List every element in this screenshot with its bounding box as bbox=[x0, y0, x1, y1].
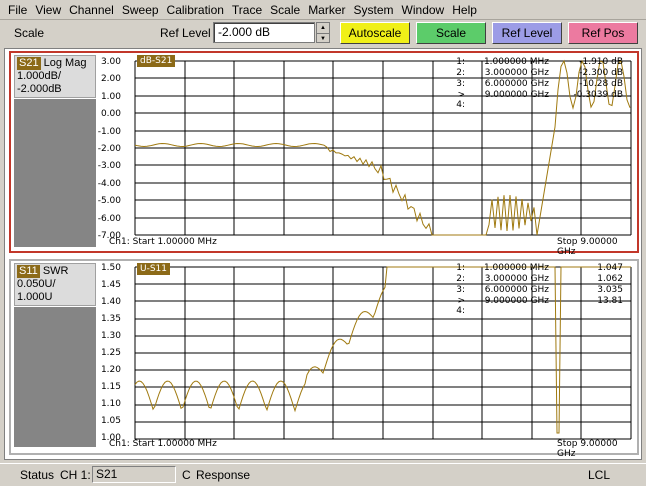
y-tick: 1.20 bbox=[100, 365, 121, 375]
y-tick: 1.35 bbox=[100, 314, 121, 324]
sweep-stop-label: Stop 9.00000 GHz bbox=[557, 439, 618, 459]
trace-ref: -2.000dB bbox=[17, 83, 62, 95]
menu-scale[interactable]: Scale bbox=[266, 1, 304, 19]
y-tick: -3.00 bbox=[97, 161, 121, 171]
marker-index: 1: bbox=[456, 57, 465, 67]
marker-value: -10.28 dB bbox=[579, 79, 623, 89]
menu-window[interactable]: Window bbox=[398, 1, 449, 19]
ref-pos-button[interactable]: Ref Pos bbox=[568, 22, 638, 44]
scale-button[interactable]: Scale bbox=[416, 22, 486, 44]
marker-freq: 3.000000 GHz bbox=[484, 274, 549, 284]
y-tick: 1.10 bbox=[100, 399, 121, 409]
y-tick: 1.50 bbox=[100, 263, 121, 273]
marker-value: 1.047 bbox=[597, 263, 623, 273]
trace-list-area bbox=[14, 307, 96, 447]
y-tick: -6.00 bbox=[97, 214, 121, 224]
measurement-window: S21 Log Mag 1.000dB/ -2.000dB dB-S21 3.0… bbox=[4, 48, 642, 460]
menu-trace[interactable]: Trace bbox=[228, 1, 266, 19]
y-tick: 1.45 bbox=[100, 280, 121, 290]
marker-freq: 6.000000 GHz bbox=[484, 79, 549, 89]
menu-help[interactable]: Help bbox=[448, 1, 481, 19]
trace-tag: S21 bbox=[17, 57, 41, 70]
marker-freq: 9.000000 GHz bbox=[484, 296, 549, 306]
status-response: Response bbox=[196, 468, 251, 482]
marker-freq: 1.000000 MHz bbox=[483, 263, 549, 273]
spin-down-icon[interactable]: ▼ bbox=[317, 33, 329, 43]
marker-value: -2.300 dB bbox=[579, 68, 623, 78]
marker-index: > 4: bbox=[456, 90, 465, 110]
autoscale-button[interactable]: Autoscale bbox=[340, 22, 410, 44]
marker-value: -1.910 dB bbox=[579, 57, 623, 67]
marker-index: 2: bbox=[456, 68, 465, 78]
y-tick: 1.05 bbox=[100, 416, 121, 426]
plot-tag-s21: dB-S21 bbox=[137, 55, 176, 67]
marker-freq: 6.000000 GHz bbox=[484, 285, 549, 295]
trace-list-area bbox=[14, 99, 96, 247]
menu-sweep[interactable]: Sweep bbox=[118, 1, 163, 19]
sweep-start-label: Ch1: Start 1.00000 MHz bbox=[109, 439, 217, 449]
menu-view[interactable]: View bbox=[31, 1, 65, 19]
menu-system[interactable]: System bbox=[350, 1, 398, 19]
menu-channel[interactable]: Channel bbox=[65, 1, 118, 19]
marker-value: 13.81 bbox=[597, 296, 623, 306]
marker-row[interactable]: > 4: 9.000000 GHz -0.3039 dB bbox=[447, 90, 627, 110]
marker-value: 1.062 bbox=[597, 274, 623, 284]
y-tick: -4.00 bbox=[97, 179, 121, 189]
trace-info-s21[interactable]: S21 Log Mag 1.000dB/ -2.000dB bbox=[14, 55, 96, 98]
y-tick: -1.00 bbox=[97, 127, 121, 137]
sweep-start-label: Ch1: Start 1.00000 MHz bbox=[109, 237, 217, 247]
status-bar: Status CH 1: S21 C Response LCL bbox=[0, 463, 646, 485]
status-cal: C bbox=[182, 468, 191, 482]
y-tick: 0.00 bbox=[100, 109, 121, 119]
scale-toolbar: Scale Ref Level -2.000 dB ▲ ▼ Autoscale … bbox=[0, 20, 646, 46]
ref-level-input[interactable]: -2.000 dB bbox=[213, 22, 315, 43]
ref-level-label: Ref Level bbox=[160, 26, 211, 40]
status-label: Status bbox=[20, 468, 55, 482]
marker-index: > 4: bbox=[456, 296, 465, 316]
y-tick: 1.25 bbox=[100, 348, 121, 358]
ref-level-button[interactable]: Ref Level bbox=[492, 22, 562, 44]
channel-s11-pane[interactable]: S11 SWR 0.050U/ 1.000U U-S11 1.50 1.45 1… bbox=[9, 259, 639, 459]
trace-info-s11[interactable]: S11 SWR 0.050U/ 1.000U bbox=[14, 263, 96, 306]
toolbar-title: Scale bbox=[14, 26, 45, 40]
y-tick: 3.00 bbox=[100, 57, 121, 67]
trace-ref: 1.000U bbox=[17, 291, 53, 303]
plot-s21[interactable]: dB-S21 3.00 2.00 1.00 0.00 -1.00 -2.00 -… bbox=[97, 53, 637, 257]
trace-scale: 1.000dB/ bbox=[17, 70, 62, 82]
y-tick: -5.00 bbox=[97, 196, 121, 206]
menu-marker[interactable]: Marker bbox=[304, 1, 349, 19]
marker-freq: 3.000000 GHz bbox=[484, 68, 549, 78]
marker-freq: 1.000000 MHz bbox=[483, 57, 549, 67]
marker-index: 3: bbox=[456, 79, 465, 89]
channel-s21-pane[interactable]: S21 Log Mag 1.000dB/ -2.000dB dB-S21 3.0… bbox=[9, 51, 639, 257]
sweep-stop-label: Stop 9.00000 GHz bbox=[557, 237, 618, 257]
y-tick: 1.40 bbox=[100, 297, 121, 307]
y-tick: 1.15 bbox=[100, 382, 121, 392]
trace-format: Log Mag bbox=[43, 57, 87, 69]
y-tick: 1.00 bbox=[100, 92, 121, 102]
marker-value: -0.3039 dB bbox=[573, 90, 624, 100]
menu-calibration[interactable]: Calibration bbox=[163, 1, 228, 19]
menu-bar: File View Channel Sweep Calibration Trac… bbox=[0, 0, 646, 20]
status-lcl: LCL bbox=[588, 468, 611, 482]
spin-up-icon[interactable]: ▲ bbox=[317, 23, 329, 33]
marker-freq: 9.000000 GHz bbox=[484, 90, 549, 100]
status-channel: CH 1: bbox=[60, 468, 91, 482]
marker-row[interactable]: > 4: 9.000000 GHz 13.81 bbox=[447, 296, 627, 316]
marker-index: 3: bbox=[456, 285, 465, 295]
ref-level-spinner[interactable]: ▲ ▼ bbox=[316, 22, 330, 43]
y-tick: 2.00 bbox=[100, 74, 121, 84]
y-tick: -2.00 bbox=[97, 144, 121, 154]
trace-tag: S11 bbox=[17, 265, 40, 278]
trace-format: SWR bbox=[42, 265, 69, 277]
plot-tag-s11: U-S11 bbox=[137, 263, 170, 275]
trace-scale: 0.050U/ bbox=[17, 278, 56, 290]
y-tick: 1.30 bbox=[100, 331, 121, 341]
status-trace-field: S21 bbox=[92, 466, 176, 483]
marker-value: 3.035 bbox=[597, 285, 623, 295]
menu-file[interactable]: File bbox=[4, 1, 31, 19]
marker-index: 1: bbox=[456, 263, 465, 273]
marker-index: 2: bbox=[456, 274, 465, 284]
plot-s11[interactable]: U-S11 1.50 1.45 1.40 1.35 1.30 1.25 1.20… bbox=[97, 261, 637, 459]
